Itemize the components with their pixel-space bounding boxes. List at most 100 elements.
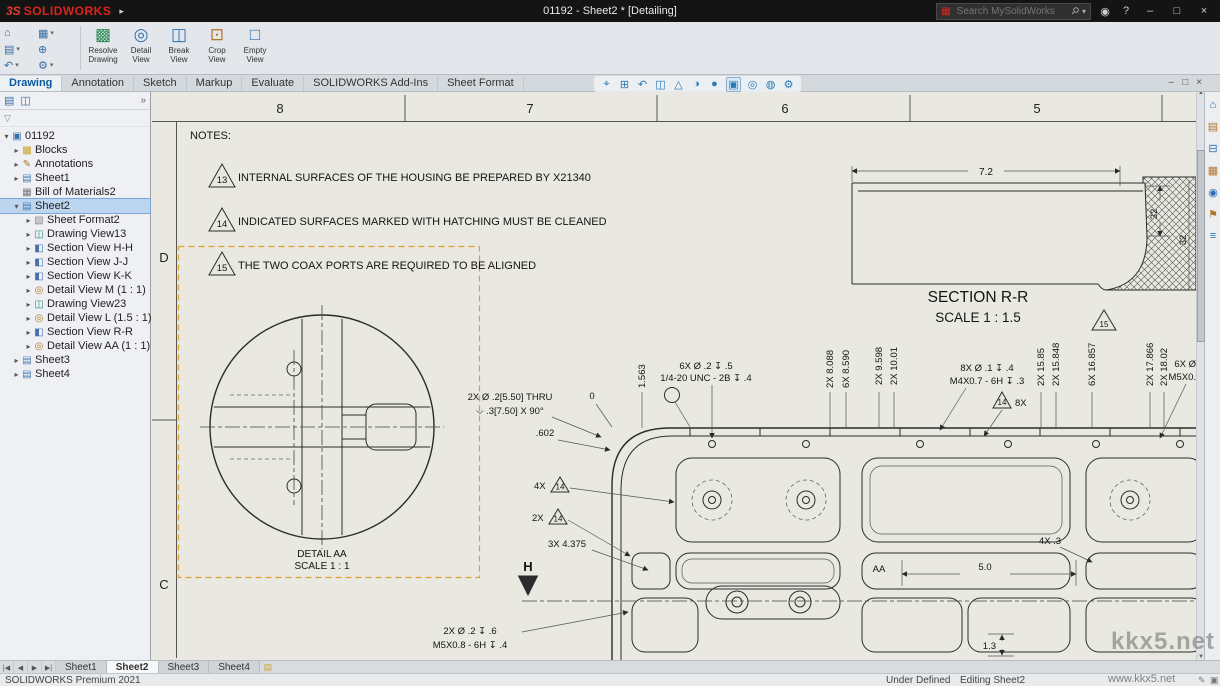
- tree-item-section-view-rr[interactable]: ▸◧Section View R-R: [0, 325, 150, 339]
- note-flag[interactable]: 13: [217, 175, 228, 186]
- dim-8590[interactable]: 6X 8.590: [841, 350, 852, 388]
- expand-arrow-icon[interactable]: ▸: [24, 258, 33, 267]
- dim-15848[interactable]: 2X 15.848: [1051, 343, 1062, 386]
- expand-arrow-icon[interactable]: ▸: [12, 160, 21, 169]
- tree-item-detail-view-m[interactable]: ▸◎Detail View M (1 : 1): [0, 283, 150, 297]
- menu-expand-icon[interactable]: ▸: [119, 6, 124, 17]
- hide-show-items-icon[interactable]: ●: [708, 78, 721, 90]
- qty-2x[interactable]: 2X: [532, 513, 544, 524]
- expand-arrow-icon[interactable]: ▸: [24, 342, 33, 351]
- expand-arrow-icon[interactable]: ▸: [24, 216, 33, 225]
- solidworks-resources-icon[interactable]: ⌂: [1205, 99, 1220, 111]
- vertical-scroll-thumb[interactable]: [1197, 150, 1205, 342]
- dim-32[interactable]: 32: [1149, 209, 1160, 220]
- expand-arrow-icon[interactable]: ▸: [24, 230, 33, 239]
- tab-drawing[interactable]: Drawing: [0, 76, 62, 91]
- tree-item-sheet1[interactable]: ▸▤Sheet1: [0, 171, 150, 185]
- dim-17866[interactable]: 2X 17.866: [1145, 343, 1156, 386]
- crop-view-button[interactable]: ⊡ Crop View: [200, 24, 234, 72]
- tree-item-section-view-jj[interactable]: ▸◧Section View J-J: [0, 255, 150, 269]
- callout-2x-bottom-line2[interactable]: M5X0.8 - 6H ↧ .4: [433, 640, 508, 651]
- zoom-to-area-icon[interactable]: ⊞: [618, 78, 631, 91]
- tab-annotation[interactable]: Annotation: [62, 76, 134, 91]
- display-style-icon[interactable]: ◑: [690, 78, 703, 90]
- expand-arrow-icon[interactable]: ▸: [12, 370, 21, 379]
- account-icon[interactable]: ◉: [1098, 5, 1112, 18]
- qty-2x-flag[interactable]: 14: [554, 515, 563, 524]
- note-text[interactable]: INTERNAL SURFACES OF THE HOUSING BE PREP…: [238, 172, 591, 184]
- note-text[interactable]: THE TWO COAX PORTS ARE REQUIRED TO BE AL…: [238, 260, 536, 272]
- tree-item-blocks[interactable]: ▸▩Blocks: [0, 143, 150, 157]
- expand-arrow-icon[interactable]: ▾: [12, 202, 21, 211]
- help-icon[interactable]: ?: [1119, 5, 1133, 17]
- dim-4375[interactable]: 3X 4.375: [548, 539, 586, 550]
- tree-item-detail-view-l[interactable]: ▸◎Detail View L (1.5 : 1): [0, 311, 150, 325]
- main-drawing-view[interactable]: 1.563 2X 8.088 6X 8.590 2X 9.598 2X 10.0…: [433, 343, 1196, 660]
- filter-icon[interactable]: ▽: [4, 113, 11, 124]
- edit-appearance-icon[interactable]: ◎: [746, 78, 759, 91]
- detail-view-button[interactable]: ◎ Detail View: [124, 24, 158, 72]
- detail-view-aa[interactable]: DETAIL AA SCALE 1 : 1: [200, 305, 444, 572]
- callout-6x-right-line1[interactable]: 6X Ø: [1174, 359, 1196, 370]
- callout-2x-line2[interactable]: ⌵ .3[7.50] X 90°: [476, 406, 544, 417]
- empty-view-button[interactable]: □ Empty View: [238, 24, 272, 72]
- notes-block[interactable]: NOTES: 13 INTERNAL SURFACES OF THE HOUSI…: [190, 130, 607, 275]
- doc-minimize-button[interactable]: –: [1169, 77, 1175, 88]
- tree-item-sheet3[interactable]: ▸▤Sheet3: [0, 353, 150, 367]
- qty-4x[interactable]: 4X: [534, 481, 546, 492]
- flag-14[interactable]: 14: [998, 398, 1007, 407]
- search-icon[interactable]: ⚲: [1068, 5, 1081, 18]
- qty-4x-flag[interactable]: 14: [556, 483, 565, 492]
- doc-restore-button[interactable]: □: [1182, 77, 1188, 88]
- section-h-label[interactable]: H: [523, 559, 532, 574]
- markup-icon[interactable]: ✎: [1198, 674, 1206, 686]
- options-button[interactable]: ⚙▾: [38, 57, 72, 73]
- tree-item-sheet-format2[interactable]: ▸▧Sheet Format2: [0, 213, 150, 227]
- expand-arrow-icon[interactable]: ▸: [24, 244, 33, 253]
- tree-item-root[interactable]: ▾▣01192: [0, 129, 150, 143]
- dropdown-icon[interactable]: ▾: [16, 45, 20, 53]
- dim-1563[interactable]: 1.563: [637, 364, 648, 388]
- view-orientation-icon[interactable]: ▣: [726, 77, 741, 92]
- close-button[interactable]: ×: [1194, 5, 1214, 17]
- tree-item-drawing-view13[interactable]: ▸◫Drawing View13: [0, 227, 150, 241]
- minimize-button[interactable]: –: [1140, 5, 1160, 17]
- detail-view-scale[interactable]: SCALE 1 : 1: [294, 561, 349, 572]
- dropdown-icon[interactable]: ▾: [50, 29, 54, 37]
- zoom-to-fit-icon[interactable]: ⌖: [600, 78, 613, 91]
- feature-tree-tab-icon[interactable]: ▤: [4, 94, 14, 107]
- flag-14-qty[interactable]: 8X: [1015, 398, 1027, 409]
- forum-icon[interactable]: ≡: [1205, 230, 1220, 242]
- drawing-viewport[interactable]: 8 7 6 5 D C NOTES: 13 INTERNAL SURFACES …: [150, 90, 1196, 660]
- expand-arrow-icon[interactable]: ▸: [24, 272, 33, 281]
- expand-arrow-icon[interactable]: ▸: [24, 314, 33, 323]
- tab-evaluate[interactable]: Evaluate: [242, 76, 304, 91]
- callout-6x-line2[interactable]: 1/4-20 UNC - 2B ↧ .4: [660, 373, 751, 384]
- custom-properties-icon[interactable]: ⚑: [1205, 208, 1220, 221]
- view-settings-icon[interactable]: ◍: [764, 78, 777, 91]
- tree-item-section-view-hh[interactable]: ▸◧Section View H-H: [0, 241, 150, 255]
- appearances-icon[interactable]: ◉: [1205, 186, 1220, 199]
- annotation-view-icon[interactable]: △: [672, 78, 685, 91]
- section-view-rr[interactable]: 7.2 32 32 SECTION R-R SCALE 1 : 1.5 15: [852, 166, 1196, 330]
- expand-arrow-icon[interactable]: ▸: [12, 356, 21, 365]
- tree-item-detail-view-aa[interactable]: ▸◎Detail View AA (1 : 1): [0, 339, 150, 353]
- callout-2x-bottom-line1[interactable]: 2X Ø .2 ↧ .6: [443, 626, 496, 637]
- dropdown-icon[interactable]: ▾: [50, 61, 54, 69]
- tree-item-section-view-kk[interactable]: ▸◧Section View K-K: [0, 269, 150, 283]
- expand-arrow-icon[interactable]: ▾: [2, 132, 11, 141]
- expand-arrow-icon[interactable]: ▸: [12, 174, 21, 183]
- previous-view-icon[interactable]: ↶: [636, 78, 649, 91]
- tab-solidworks-addins[interactable]: SOLIDWORKS Add-Ins: [304, 76, 438, 91]
- callout-8x-line1[interactable]: 8X Ø .1 ↧ .4: [960, 363, 1013, 374]
- tree-item-annotations[interactable]: ▸✎Annotations: [0, 157, 150, 171]
- maximize-button[interactable]: □: [1167, 5, 1187, 17]
- note-text[interactable]: INDICATED SURFACES MARKED WITH HATCHING …: [238, 216, 607, 228]
- section-view-scale[interactable]: SCALE 1 : 1.5: [935, 310, 1021, 325]
- dim-8088[interactable]: 2X 8.088: [825, 350, 836, 388]
- dim-7-2[interactable]: 7.2: [979, 167, 993, 178]
- dim-50[interactable]: 5.0: [978, 562, 991, 573]
- dim-13[interactable]: 1.3: [983, 641, 996, 652]
- tree-item-sheet4[interactable]: ▸▤Sheet4: [0, 367, 150, 381]
- tab-markup[interactable]: Markup: [187, 76, 243, 91]
